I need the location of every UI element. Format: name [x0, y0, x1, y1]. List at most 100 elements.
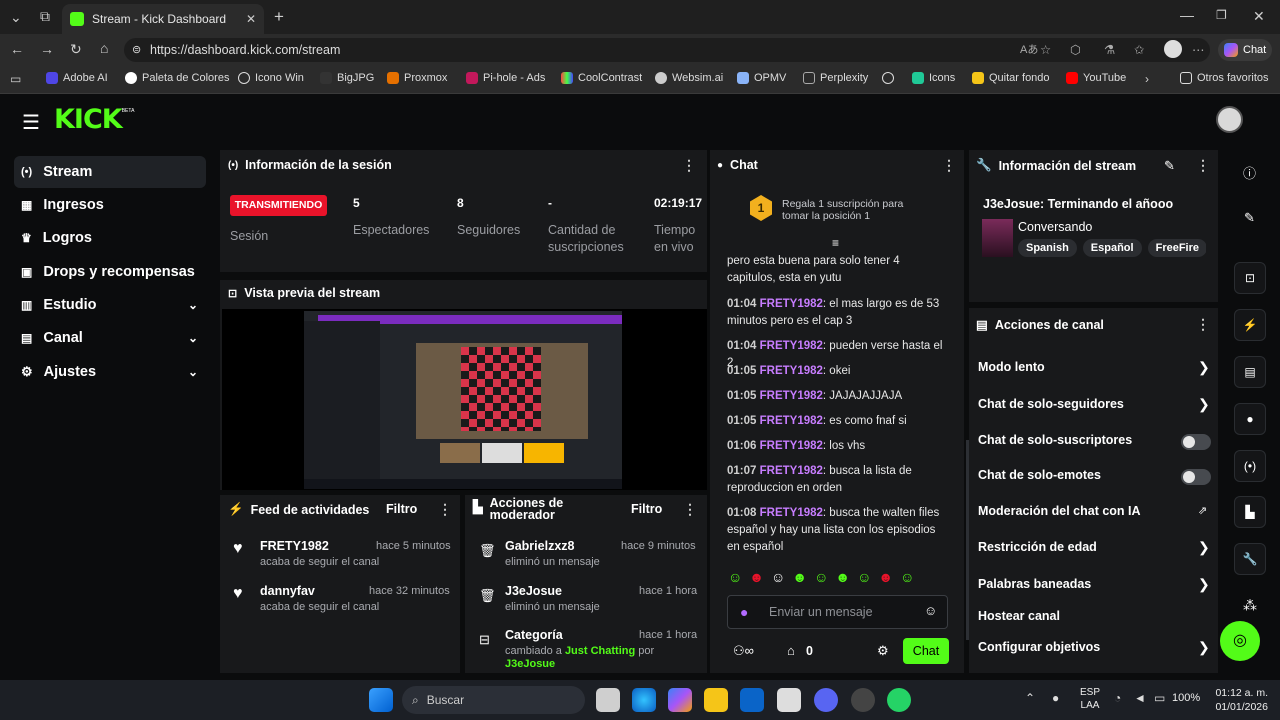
chat-username[interactable]: FRETY1982: [760, 415, 823, 427]
toggle-switch[interactable]: [1181, 469, 1211, 485]
channel-action-label[interactable]: Moderación del chat con IA: [978, 504, 1141, 518]
bookmark-adobe[interactable]: Adobe AI: [46, 72, 108, 84]
clock[interactable]: 01:12 a. m. 01/01/2026: [1212, 686, 1268, 714]
sidebar-item-stream[interactable]: (•) Stream: [14, 156, 206, 188]
mod-filter-button[interactable]: Filtro: [631, 502, 662, 516]
profile-avatar[interactable]: [1164, 40, 1182, 58]
read-aloud-icon[interactable]: Aあ: [1020, 38, 1038, 62]
rail-mod-button[interactable]: ▙: [1234, 496, 1266, 528]
emote-icon[interactable]: ☻: [749, 569, 764, 585]
favorites-icon[interactable]: ✩: [1134, 38, 1144, 62]
tag-chip[interactable]: Español: [1082, 239, 1142, 257]
reading-list-icon[interactable]: ▭: [10, 72, 21, 86]
session-menu-icon[interactable]: ⋮: [682, 157, 696, 174]
edge-icon[interactable]: [632, 688, 656, 712]
store-icon[interactable]: [777, 688, 801, 712]
copilot-button[interactable]: Chat: [1218, 39, 1273, 61]
user-mode-icon[interactable]: ⚇∞: [733, 643, 754, 659]
gift-promo-text[interactable]: Regala 1 suscripción para tomar la posic…: [782, 198, 922, 222]
rail-stream-button[interactable]: (•): [1234, 450, 1266, 482]
chat-username[interactable]: FRETY1982: [760, 507, 823, 519]
emote-icon[interactable]: ☺: [728, 569, 742, 585]
tray-chevron-icon[interactable]: ⌃: [1025, 691, 1035, 705]
external-link-icon[interactable]: ⇗: [1198, 504, 1207, 517]
forward-icon[interactable]: →: [40, 41, 54, 57]
mod-menu-icon[interactable]: ⋮: [683, 501, 697, 518]
more-bookmarks-icon[interactable]: ›: [1145, 72, 1149, 86]
close-tab-icon[interactable]: ✕: [246, 12, 256, 26]
battery-icon[interactable]: ▭: [1154, 691, 1165, 705]
bookmark-paleta[interactable]: Paleta de Colores: [125, 72, 229, 84]
bookmark-websim[interactable]: Websim.ai: [655, 72, 723, 84]
pinned-collapse-icon[interactable]: ≡: [832, 236, 839, 250]
rail-chat-button[interactable]: ●: [1234, 403, 1266, 435]
bookmark-opmv[interactable]: OPMV: [737, 72, 786, 84]
sidebar-item-estudio[interactable]: ▥ Estudio ⌄: [14, 289, 206, 321]
channel-action-label[interactable]: Hostear canal: [978, 609, 1060, 623]
rail-activity-button[interactable]: ⚡: [1234, 309, 1266, 341]
bookmark-other[interactable]: Otros favoritos: [1180, 72, 1269, 84]
emote-icon[interactable]: ☺: [814, 569, 828, 585]
chat-username[interactable]: FRETY1982: [760, 365, 823, 377]
collections-icon[interactable]: ⚗: [1104, 38, 1115, 62]
chat-settings-icon[interactable]: ⚙: [877, 643, 889, 659]
edit-icon[interactable]: ✎: [1244, 210, 1255, 226]
new-tab-icon[interactable]: +: [274, 7, 284, 27]
emote-icon[interactable]: ☺: [771, 569, 785, 585]
sidebar-item-ajustes[interactable]: ⚙ Ajustes ⌄: [14, 356, 206, 388]
bookmark-globe[interactable]: [882, 72, 894, 84]
chevron-right-icon[interactable]: ❯: [1198, 576, 1210, 593]
shapes-icon[interactable]: ⁂: [1243, 597, 1257, 614]
obs-icon[interactable]: [851, 688, 875, 712]
chat-username[interactable]: FRETY1982: [760, 340, 823, 352]
windows-start-icon[interactable]: [369, 688, 393, 712]
microphone-tray-icon[interactable]: ●: [1052, 691, 1059, 705]
emote-icon[interactable]: ☻: [792, 569, 807, 585]
bookmark-coolcontrast[interactable]: CoolContrast: [561, 72, 642, 84]
chat-menu-icon[interactable]: ⋮: [942, 157, 956, 174]
microphone-icon[interactable]: ●: [740, 604, 748, 620]
browser-tab[interactable]: Stream - Kick Dashboard ✕: [62, 4, 264, 34]
task-view-icon[interactable]: [596, 688, 620, 712]
channel-action-label[interactable]: Palabras baneadas: [978, 577, 1091, 591]
chat-message-input[interactable]: ● Enviar un mensaje ☺: [727, 595, 948, 629]
tag-chip[interactable]: Spanish: [1018, 239, 1077, 257]
rail-notes-button[interactable]: ▤: [1234, 356, 1266, 388]
bookmark-icons[interactable]: Icons: [912, 72, 955, 84]
bookmark-icono-win[interactable]: Icono Win: [238, 72, 304, 84]
channel-action-label[interactable]: Chat de solo-suscriptores: [978, 433, 1132, 447]
extensions-icon[interactable]: ⬡: [1070, 38, 1081, 62]
site-info-icon[interactable]: ⊜: [132, 38, 141, 62]
refresh-icon[interactable]: ↻: [70, 41, 82, 58]
language-indicator[interactable]: ESP LAA: [1080, 686, 1100, 712]
emote-icon[interactable]: ☻: [878, 569, 893, 585]
url-input[interactable]: ⊜ https://dashboard.kick.com/stream Aあ ☆…: [124, 38, 1210, 62]
feed-filter-button[interactable]: Filtro: [386, 502, 417, 516]
chevron-right-icon[interactable]: ❯: [1198, 396, 1210, 413]
feed-menu-icon[interactable]: ⋮: [438, 501, 452, 518]
channel-action-label[interactable]: Chat de solo-seguidores: [978, 397, 1124, 411]
wifi-icon[interactable]: ◔: [1114, 691, 1121, 705]
chevron-right-icon[interactable]: ❯: [1198, 639, 1210, 656]
emoji-picker-icon[interactable]: ☺: [924, 603, 937, 618]
kick-logo[interactable]: KICK BETA: [54, 104, 134, 135]
outlook-icon[interactable]: [740, 688, 764, 712]
discord-icon[interactable]: [814, 688, 838, 712]
channel-actions-menu-icon[interactable]: ⋮: [1196, 316, 1210, 333]
hamburger-menu-icon[interactable]: ☰: [22, 110, 40, 135]
info-icon[interactable]: ⓘ: [1243, 163, 1256, 182]
home-icon[interactable]: ⌂: [100, 40, 108, 56]
send-chat-button[interactable]: Chat: [903, 638, 949, 664]
channel-action-label[interactable]: Configurar objetivos: [978, 640, 1100, 654]
toggle-switch[interactable]: [1181, 434, 1211, 450]
chevron-right-icon[interactable]: ❯: [1198, 359, 1210, 376]
bookmark-bigjpg[interactable]: BigJPG: [320, 72, 374, 84]
more-icon[interactable]: ⋯: [1192, 38, 1205, 62]
back-icon[interactable]: ←: [10, 41, 24, 57]
stream-preview-video[interactable]: [222, 309, 707, 490]
minimize-icon[interactable]: —: [1180, 7, 1194, 23]
channel-action-label[interactable]: Modo lento: [978, 360, 1045, 374]
chat-username[interactable]: FRETY1982: [760, 298, 823, 310]
rail-preview-button[interactable]: ⊡: [1234, 262, 1266, 294]
emote-icon[interactable]: ☺: [857, 569, 871, 585]
